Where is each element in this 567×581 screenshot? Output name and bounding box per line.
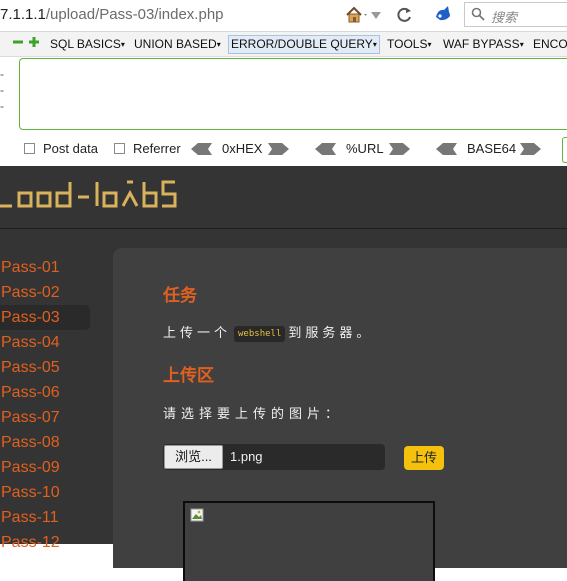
selected-file-name: 1.png	[230, 449, 263, 464]
menu-tools[interactable]: TOOLS▾	[387, 36, 431, 53]
sidebar-item-pass-12[interactable]: Pass-12	[0, 530, 90, 555]
hackbar-menu-bar: SQL BASICS▾ UNION BASED▾ ERROR/DOUBLE QU…	[0, 32, 567, 57]
sidebar-item-pass-10[interactable]: Pass-10	[0, 480, 90, 505]
sidebar-item-pass-05[interactable]: Pass-05	[0, 355, 90, 380]
menu-error-double-query[interactable]: ERROR/DOUBLE QUERY▾	[228, 35, 380, 54]
url-decode-arrow-icon[interactable]	[314, 142, 336, 156]
menu-union-based[interactable]: UNION BASED▾	[134, 36, 221, 53]
bookmark-star-icon[interactable]	[370, 8, 382, 22]
sidebar-item-pass-07[interactable]: Pass-07	[0, 405, 90, 430]
menu-encoding[interactable]: ENCO	[533, 36, 567, 53]
sidebar-item-pass-08[interactable]: Pass-08	[0, 430, 90, 455]
hackbar-side-dashes: ---	[0, 67, 4, 113]
browser-toolbar: 7.1.1.1/upload/Pass-03/index.php 搜索	[0, 0, 567, 32]
post-data-label: Post data	[43, 141, 98, 156]
base64-label: BASE64	[467, 141, 517, 156]
address-bar[interactable]: 7.1.1.1/upload/Pass-03/index.php	[0, 6, 224, 23]
menu-waf-bypass[interactable]: WAF BYPASS▾	[443, 36, 524, 53]
task-description: 上传一个 webshell 到服务器。	[163, 325, 374, 342]
pass-sidebar: Pass-01 Pass-02 Pass-03 Pass-04 Pass-05 …	[0, 255, 90, 555]
sidebar-item-pass-09[interactable]: Pass-09	[0, 455, 90, 480]
header-divider	[0, 228, 567, 229]
hackbar-execute-button[interactable]	[562, 137, 567, 163]
image-preview	[183, 501, 435, 581]
search-icon	[471, 7, 485, 21]
hex-decode-arrow-icon[interactable]	[190, 142, 212, 156]
site-logo	[0, 177, 180, 222]
sidebar-item-pass-11[interactable]: Pass-11	[0, 505, 90, 530]
hackbar-icon[interactable]	[432, 4, 454, 26]
plus-icon[interactable]	[28, 36, 40, 48]
sidebar-item-pass-01[interactable]: Pass-01	[0, 255, 90, 280]
sidebar-item-pass-03[interactable]: Pass-03	[0, 305, 90, 330]
referrer-label: Referrer	[133, 141, 181, 156]
upload-button[interactable]: 上传	[404, 446, 444, 470]
url-label: %URL	[346, 141, 384, 156]
webshell-code: webshell	[234, 326, 286, 342]
choose-image-label: 请选择要上传的图片：	[163, 406, 344, 421]
file-upload-field[interactable]: 浏览... 1.png	[163, 444, 385, 470]
task-heading: 任务	[163, 286, 197, 305]
hackbar-query-textarea[interactable]	[19, 58, 567, 130]
url-encode-arrow-icon[interactable]	[389, 142, 411, 156]
url-host: 7.1.1.1	[0, 6, 46, 23]
search-input[interactable]: 搜索	[464, 2, 567, 27]
home-icon[interactable]	[344, 4, 370, 26]
sidebar-item-pass-04[interactable]: Pass-04	[0, 330, 90, 355]
menu-sql-basics[interactable]: SQL BASICS▾	[50, 36, 125, 53]
hex-label: 0xHEX	[222, 141, 263, 156]
main-panel: 任务 上传一个 webshell 到服务器。 上传区 请选择要上传的图片： 浏览..…	[113, 248, 567, 581]
page-content: Pass-01 Pass-02 Pass-03 Pass-04 Pass-05 …	[0, 166, 567, 581]
browse-button[interactable]: 浏览...	[164, 445, 223, 469]
sidebar-item-pass-06[interactable]: Pass-06	[0, 380, 90, 405]
hex-encode-arrow-icon[interactable]	[268, 142, 290, 156]
broken-image-icon	[190, 508, 204, 522]
upload-heading: 上传区	[163, 366, 214, 385]
reload-icon[interactable]	[396, 5, 414, 25]
sidebar-item-pass-02[interactable]: Pass-02	[0, 280, 90, 305]
base64-encode-arrow-icon[interactable]	[520, 142, 542, 156]
url-path: /upload/Pass-03/index.php	[45, 6, 224, 23]
post-data-checkbox[interactable]	[24, 143, 35, 154]
search-placeholder: 搜索	[491, 10, 518, 25]
minus-icon[interactable]	[12, 36, 24, 48]
base64-decode-arrow-icon[interactable]	[435, 142, 457, 156]
hackbar-options-row: Post data Referrer 0xHEX %URL BASE64	[0, 134, 567, 166]
referrer-checkbox[interactable]	[114, 143, 125, 154]
